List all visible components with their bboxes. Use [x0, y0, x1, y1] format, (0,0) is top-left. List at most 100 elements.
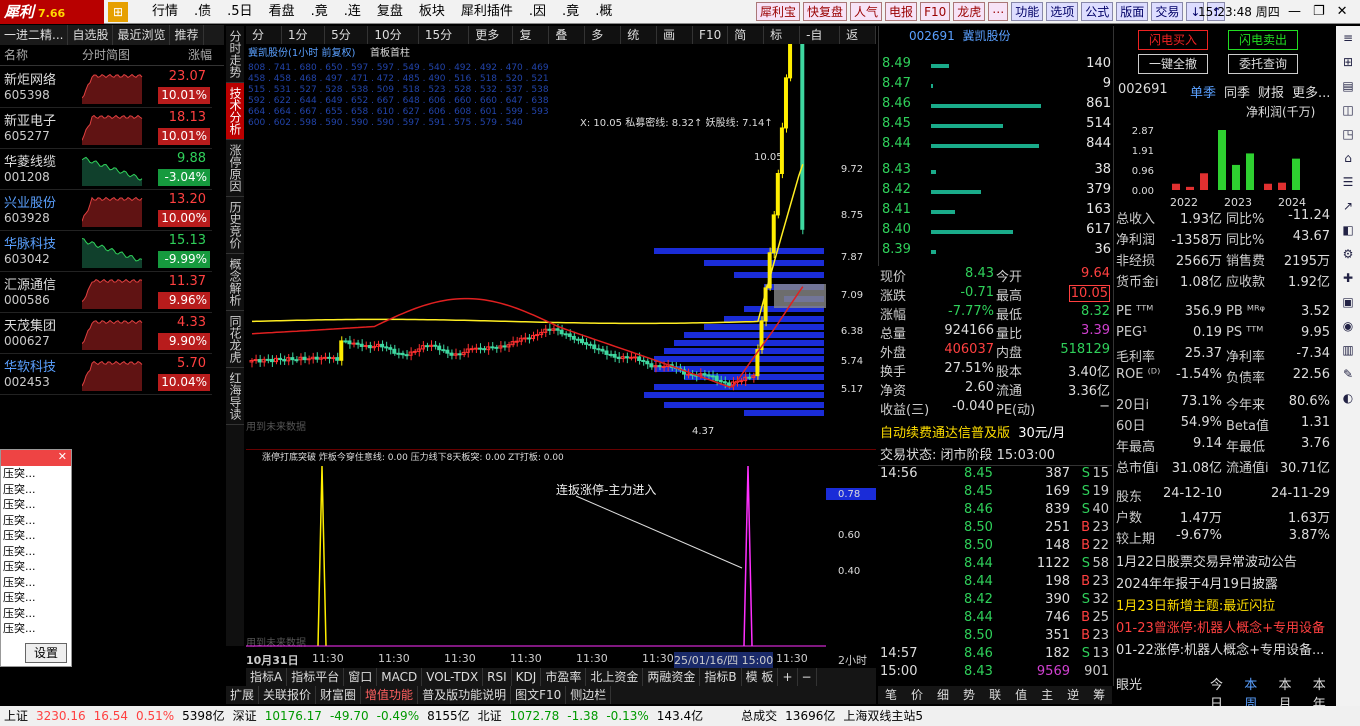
ad-banner[interactable]: 自动续费通达信普及版 30元/月: [878, 424, 1112, 444]
toolbar-button[interactable]: 功能: [1011, 2, 1044, 21]
tool-icon[interactable]: ▣: [1336, 290, 1360, 314]
left-tab[interactable]: 一进二精...: [0, 25, 69, 45]
popup-item[interactable]: 压突...: [1, 544, 71, 560]
menu-item[interactable]: .竟: [303, 0, 336, 24]
flash-sell-button[interactable]: 闪电卖出: [1228, 30, 1298, 50]
side-tab[interactable]: 细: [930, 686, 956, 704]
side-tab[interactable]: 价: [904, 686, 930, 704]
chart-toolbar-item[interactable]: 更多 ›: [469, 26, 514, 60]
period-label[interactable]: 2小时: [838, 652, 867, 668]
indicator-tab[interactable]: 指标B: [700, 668, 742, 686]
side-tab[interactable]: 势: [956, 686, 982, 704]
toolbar-button[interactable]: 公式: [1081, 2, 1114, 21]
bid-row[interactable]: 8.40 617: [879, 222, 1113, 242]
bid-row[interactable]: 8.43 38: [879, 162, 1113, 182]
chart-toolbar-item[interactable]: 5分钟: [325, 26, 369, 60]
tool-icon[interactable]: ◫: [1336, 98, 1360, 122]
indicator-tab[interactable]: MACD: [377, 668, 423, 686]
indicator-tab[interactable]: VOL-TDX: [422, 668, 484, 686]
indicator-tab[interactable]: +: [778, 668, 798, 686]
vertical-tab[interactable]: 分时走势: [226, 26, 244, 83]
bid-row[interactable]: 8.41 163: [879, 202, 1113, 222]
menu-item[interactable]: 行情: [144, 0, 186, 24]
indicator-tab[interactable]: 市盈率: [541, 668, 587, 686]
chart-toolbar-item[interactable]: 多股: [585, 26, 622, 60]
left-tab[interactable]: 最近浏览: [113, 25, 171, 45]
toolbar-button[interactable]: 电报: [885, 2, 918, 21]
cancel-all-button[interactable]: 一键全撤: [1138, 54, 1208, 74]
indicator-tab[interactable]: 北上资金: [586, 668, 644, 686]
side-tab[interactable]: 筹: [1086, 686, 1112, 704]
fin-tab[interactable]: 财报: [1258, 82, 1284, 101]
toolbar-button[interactable]: 犀利宝: [756, 2, 801, 21]
ask-row[interactable]: 8.45 514: [879, 116, 1113, 136]
chart-toolbar-item[interactable]: 标记: [764, 26, 801, 60]
chart-toolbar-item[interactable]: 分时: [246, 26, 282, 60]
menu-item[interactable]: .债: [186, 0, 219, 24]
tool-icon[interactable]: ⚙: [1336, 242, 1360, 266]
news-item[interactable]: 01-22涨停:机器人概念+专用设备...: [1114, 640, 1334, 661]
indicator-tab[interactable]: 模 板: [742, 668, 779, 686]
stock-row[interactable]: 华脉科技 603042 15.13 -9.99%: [0, 231, 212, 272]
tool-icon[interactable]: ☰: [1336, 170, 1360, 194]
left-tab[interactable]: 自选股: [68, 25, 114, 45]
bid-row[interactable]: 8.39 36: [879, 242, 1113, 262]
menu-item[interactable]: .竟: [554, 0, 587, 24]
stock-row[interactable]: 汇源通信 000586 11.37 9.96%: [0, 272, 212, 313]
news-item[interactable]: 1月22日股票交易异常波动公告: [1114, 552, 1334, 573]
popup-item[interactable]: 压突...: [1, 606, 71, 622]
menu-item[interactable]: .概: [587, 0, 620, 24]
stock-row[interactable]: 兴业股份 603928 13.20 10.00%: [0, 190, 212, 231]
vertical-tab[interactable]: 涨停原因: [226, 140, 244, 197]
toolbar-button[interactable]: F10: [920, 2, 951, 21]
indicator-tab[interactable]: 指标平台: [287, 668, 345, 686]
chart-toolbar-item[interactable]: F10: [693, 26, 729, 44]
fin-tab[interactable]: 同季: [1224, 82, 1250, 101]
vertical-tab[interactable]: 红海导读: [226, 368, 244, 425]
popup-item[interactable]: 压突...: [1, 590, 71, 606]
toolbar-button[interactable]: 龙虎: [953, 2, 986, 21]
chart-toolbar-item[interactable]: -自选: [800, 26, 841, 60]
stock-row[interactable]: 华菱线缆 001208 9.88 -3.04%: [0, 149, 212, 190]
vertical-tab[interactable]: 技术分析: [226, 83, 244, 140]
popup-item[interactable]: 压突...: [1, 528, 71, 544]
indicator-tab[interactable]: 两融资金: [643, 668, 701, 686]
popup-close-icon[interactable]: ✕: [1, 450, 71, 466]
chart-toolbar-item[interactable]: 15分钟: [419, 26, 470, 60]
grid-icon[interactable]: ⊞: [108, 2, 128, 22]
tool-icon[interactable]: ◉: [1336, 314, 1360, 338]
menu-item[interactable]: .因: [521, 0, 554, 24]
menu-item[interactable]: 看盘: [261, 0, 303, 24]
ask-row[interactable]: 8.47 9: [879, 76, 1113, 96]
chart-toolbar-item[interactable]: 返回: [840, 26, 877, 60]
toolbar-button[interactable]: ⋯: [988, 2, 1009, 21]
vertical-tab[interactable]: 历史竞价: [226, 197, 244, 254]
popup-item[interactable]: 压突...: [1, 621, 71, 637]
chart-toolbar-item[interactable]: 画线: [657, 26, 694, 60]
close-icon[interactable]: ✕: [1337, 0, 1348, 24]
vertical-tab[interactable]: 同花龙虎: [226, 311, 244, 368]
left-tab[interactable]: 推荐: [170, 25, 204, 45]
tool-icon[interactable]: ▤: [1336, 74, 1360, 98]
tool-icon[interactable]: ⊞: [1336, 50, 1360, 74]
chart-toolbar-item[interactable]: 复权: [513, 26, 550, 60]
chart-toolbar-item[interactable]: 统计: [621, 26, 658, 60]
indicator-tab[interactable]: KDJ: [512, 668, 542, 686]
side-tab[interactable]: 联: [982, 686, 1008, 704]
stock-row[interactable]: 新亚电子 605277 18.13 10.01%: [0, 108, 212, 149]
bid-row[interactable]: 8.42 379: [879, 182, 1113, 202]
menu-item[interactable]: 复盘: [369, 0, 411, 24]
tool-icon[interactable]: ◧: [1336, 218, 1360, 242]
toolbar-button[interactable]: 交易: [1151, 2, 1184, 21]
menu-item[interactable]: .5日: [219, 0, 260, 24]
popup-item[interactable]: 压突...: [1, 513, 71, 529]
tool-icon[interactable]: ✎: [1336, 362, 1360, 386]
extension-tab[interactable]: 财富圈: [316, 686, 362, 704]
popup-item[interactable]: 压突...: [1, 497, 71, 513]
side-tab[interactable]: 值: [1008, 686, 1034, 704]
ask-row[interactable]: 8.46 861: [879, 96, 1113, 116]
menu-item[interactable]: .连: [336, 0, 369, 24]
indicator-tab[interactable]: RSI: [483, 668, 512, 686]
flash-buy-button[interactable]: 闪电买入: [1138, 30, 1208, 50]
tool-icon[interactable]: ▥: [1336, 338, 1360, 362]
